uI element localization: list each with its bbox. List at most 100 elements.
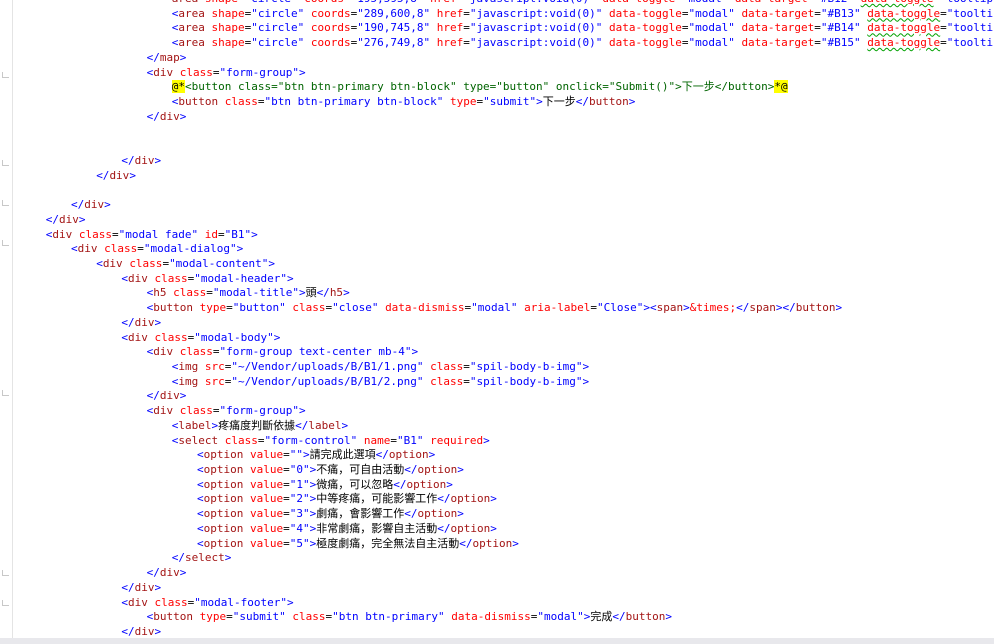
code-line[interactable]: <h5 class="modal-title">頭</h5> [147, 286, 350, 301]
code-line[interactable]: </div> [121, 581, 161, 596]
attribute-name: shape [211, 36, 245, 50]
attribute-name: src [204, 374, 225, 388]
attribute-value: "modal" [537, 610, 584, 624]
code-line[interactable]: <button type="button" class="close" data… [147, 301, 843, 316]
tag-bracket: </ [121, 153, 135, 167]
code-line[interactable]: <img src="~/Vendor/uploads/B/B1/2.png" c… [172, 375, 589, 390]
code-text: = [283, 521, 290, 535]
fold-marker[interactable] [2, 200, 9, 206]
horizontal-scrollbar[interactable] [0, 638, 994, 644]
code-line[interactable]: </div> [121, 316, 161, 331]
code-line[interactable]: <area shape="circle" coords="190,745,8" … [172, 21, 994, 36]
tag-bracket: > [268, 256, 276, 270]
code-line[interactable]: area shape="circle" coords="195,595,8" h… [172, 0, 994, 7]
tag-name: select [178, 433, 219, 447]
attribute-name: data-dismiss [385, 301, 465, 315]
tag-bracket: </ [437, 492, 451, 506]
code-line[interactable]: </div> [121, 154, 161, 169]
fold-marker[interactable] [2, 72, 9, 78]
fold-marker[interactable] [2, 390, 9, 396]
code-line[interactable]: <div class="modal-body"> [121, 331, 280, 346]
code-line[interactable]: <select class="form-control" name="B1" r… [172, 434, 490, 449]
code-line[interactable]: <option value="0">不痛，可自由活動</option> [197, 463, 464, 478]
code-line[interactable]: <img src="~/Vendor/uploads/B/B1/1.png" c… [172, 360, 589, 375]
code-text: 下一步 [542, 95, 576, 109]
attribute-name: name [363, 433, 391, 447]
fold-marker[interactable] [2, 600, 9, 606]
code-text: = [283, 536, 290, 550]
attribute-value: "tooltip" [940, 0, 994, 5]
code-line[interactable]: <area shape="circle" coords="289,600,8" … [172, 7, 994, 22]
attribute-value: "289,600,8" [357, 6, 431, 20]
code-line[interactable]: </div> [46, 213, 86, 228]
code-line[interactable]: </select> [172, 551, 232, 566]
attribute-name: class [179, 345, 213, 359]
code-line[interactable]: <div class="form-group"> [147, 66, 306, 81]
tag-name: div [134, 315, 155, 329]
attribute-value: "B1" [224, 227, 252, 241]
fold-marker[interactable] [2, 570, 9, 576]
code-text: 完成 [590, 610, 613, 624]
code-text: 請完成此選項 [309, 448, 376, 462]
code-line[interactable]: <div class="modal-dialog"> [71, 242, 243, 257]
tag-name: div [134, 153, 155, 167]
code-line[interactable]: <option value="2">中等疼痛，可能影響工作</option> [197, 492, 497, 507]
code-line[interactable]: <div class="modal-footer"> [121, 596, 293, 611]
code-text: = [206, 286, 213, 300]
attribute-name: class [173, 286, 207, 300]
code-line[interactable]: </div> [147, 389, 187, 404]
code-line[interactable]: <button type="submit" class="btn btn-pri… [147, 610, 672, 625]
code-line[interactable]: <option value="3">劇痛，會影響工作</option> [197, 507, 464, 522]
tag-bracket: </ [45, 212, 60, 226]
tag-name: select [185, 551, 225, 565]
code-line[interactable]: <label>疼痛度判斷依據</label> [172, 419, 348, 434]
fold-marker[interactable] [2, 160, 9, 166]
code-line[interactable]: <option value="5">極度劇痛，完全無法自主活動</option> [197, 537, 519, 552]
code-line[interactable]: <area shape="circle" coords="276,749,8" … [172, 36, 994, 51]
attribute-value: "276,749,8" [357, 36, 431, 50]
tag-bracket: > [582, 360, 590, 373]
fold-marker[interactable] [2, 240, 9, 246]
attribute-name: href [430, 0, 457, 5]
tag-name: div [84, 198, 105, 212]
code-line[interactable]: </div> [96, 169, 136, 184]
tag-bracket: > [286, 271, 294, 285]
code-line[interactable]: <option value="">請完成此選項</option> [197, 448, 435, 463]
tag-bracket: </ [316, 286, 330, 300]
code-text: 極度劇痛，完全無法自主活動 [316, 536, 460, 550]
tag-bracket: > [446, 477, 453, 491]
code-line[interactable]: </div> [147, 566, 187, 581]
tag-bracket: </ [71, 198, 85, 212]
code-line[interactable]: <div class="modal-content"> [96, 257, 275, 272]
code-text: = [675, 0, 682, 5]
attribute-value: "tooltip" [946, 21, 994, 35]
tag-name: div [159, 109, 180, 123]
code-line[interactable]: <div class="modal fade" id="B1"> [46, 228, 258, 243]
code-line[interactable]: <div class="modal-header"> [121, 272, 293, 287]
tag-name: div [77, 242, 98, 256]
attribute-name: src [204, 360, 225, 373]
tag-name: button [625, 610, 666, 624]
code-line[interactable]: @*<button class="btn btn-primary btn-blo… [171, 80, 788, 95]
code-line[interactable]: <div class="form-group"> [147, 404, 306, 419]
code-line[interactable]: </div> [71, 198, 111, 213]
code-text: = [283, 492, 290, 506]
tag-name: map [159, 50, 180, 64]
code-line[interactable]: <button class="btn btn-primary btn-block… [172, 95, 636, 110]
code-line[interactable]: <option value="1">微痛，可以忽略</option> [197, 478, 453, 493]
code-editor[interactable]: area shape="circle" coords="195,595,8" h… [0, 0, 994, 644]
tag-name: div [59, 212, 79, 226]
code-line[interactable]: <option value="4">非常劇痛，影響自主活動</option> [197, 522, 497, 537]
code-line[interactable]: </map> [147, 51, 187, 66]
code-line[interactable]: <div class="form-group text-center mb-4"… [147, 345, 419, 360]
tag-name: div [52, 227, 73, 241]
attribute-name: class [179, 404, 213, 418]
code-line[interactable]: </div> [147, 110, 187, 125]
attribute-value: "4" [289, 521, 310, 535]
attribute-name: value [250, 536, 284, 550]
